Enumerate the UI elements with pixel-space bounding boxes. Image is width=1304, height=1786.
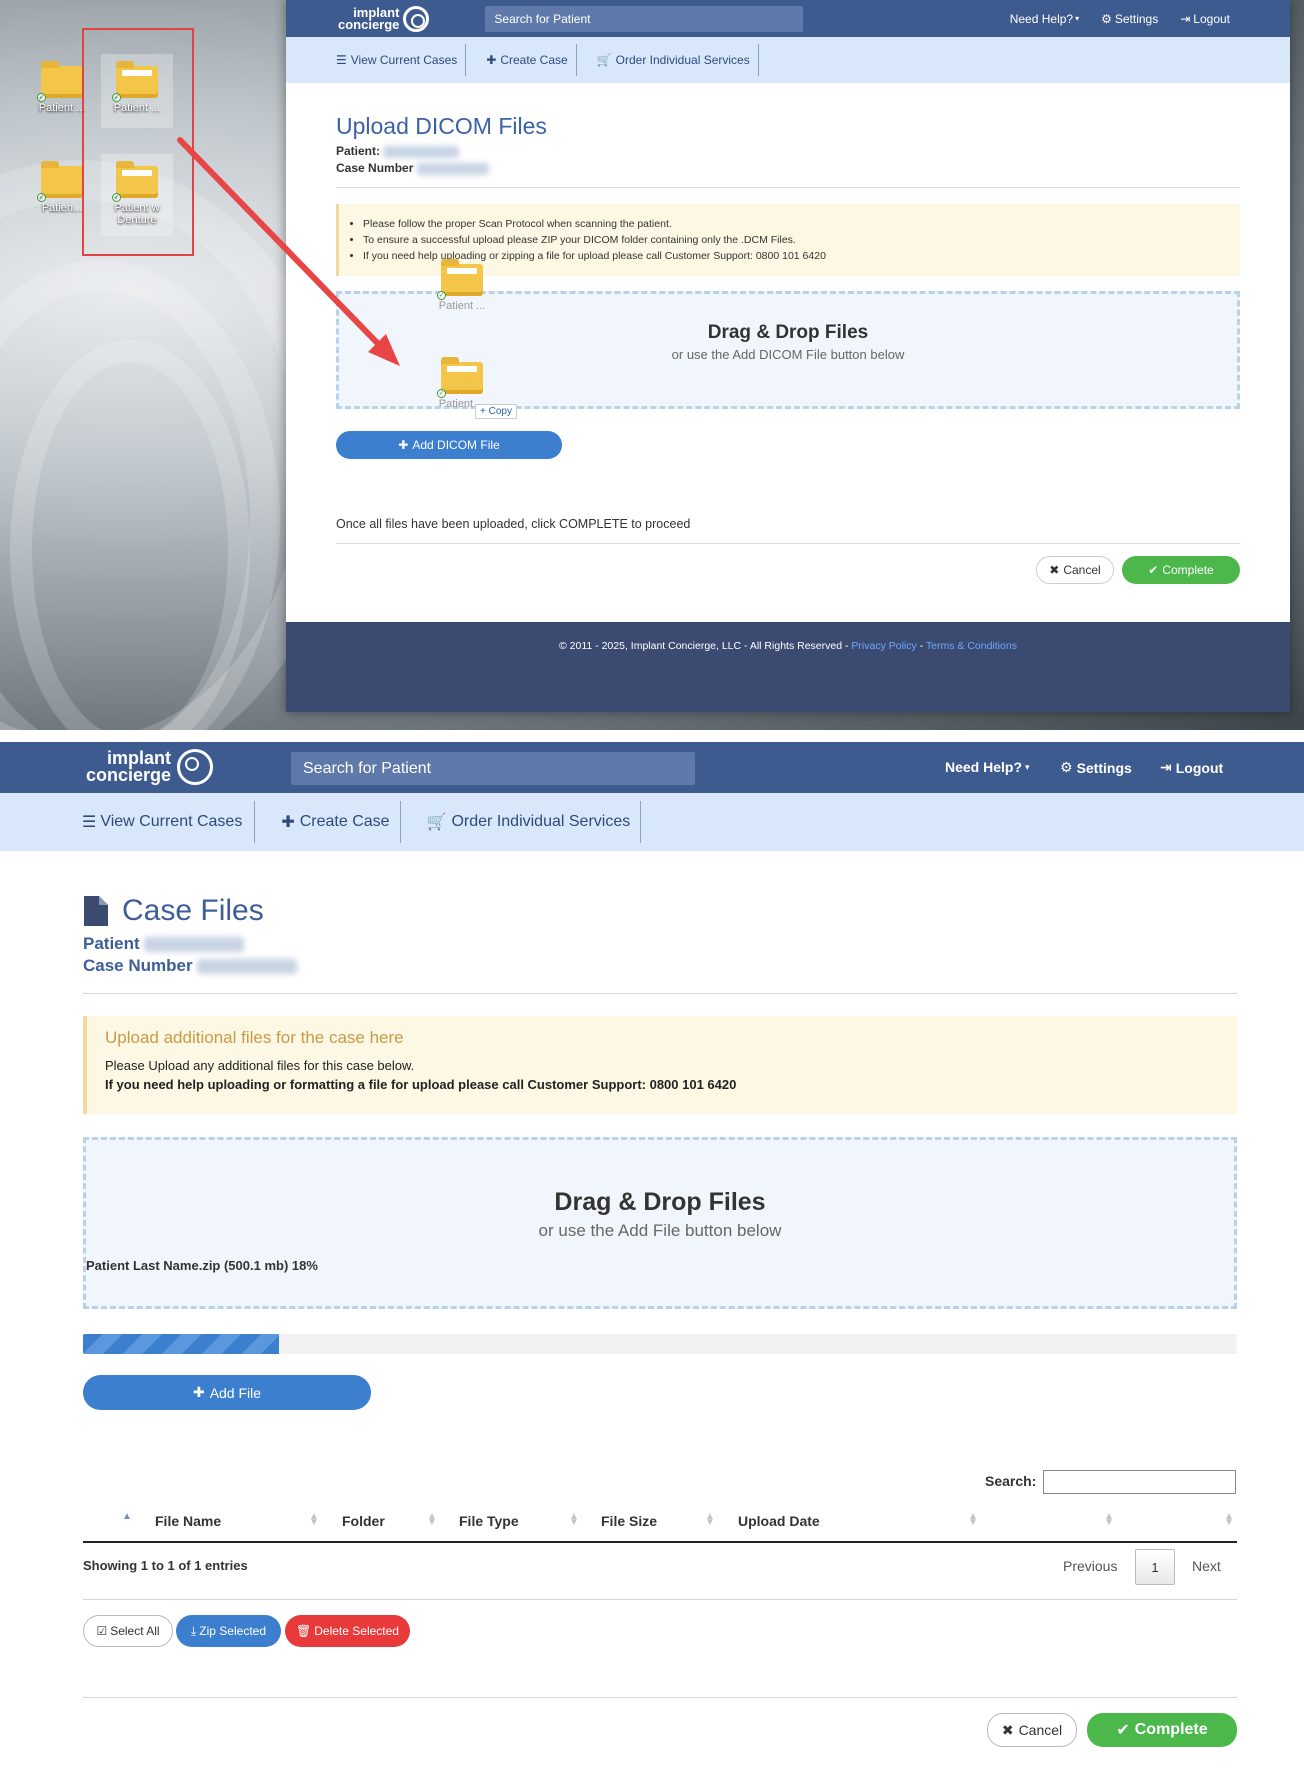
plus-icon: ✚: [281, 814, 295, 831]
select-all-button[interactable]: ☑ Select All: [83, 1615, 173, 1647]
page-number-button[interactable]: 1: [1135, 1549, 1175, 1585]
upload-percent: 18%: [291, 1258, 318, 1273]
delete-selected-label: Delete Selected: [314, 1624, 399, 1638]
check-icon: ✔: [1116, 1722, 1130, 1739]
sort-icon[interactable]: ▲ ▼: [705, 1512, 715, 1528]
select-all-label: Select All: [110, 1624, 160, 1638]
order-individual-services-link[interactable]: 🛒 Order Individual Services: [401, 801, 642, 843]
order-individual-services-label: Order Individual Services: [451, 813, 631, 830]
case-number-label: Case Number: [83, 956, 193, 975]
logo[interactable]: implant concierge: [86, 749, 214, 785]
column-file-name[interactable]: File Name: [155, 1513, 221, 1529]
complete-label: Complete: [1134, 1721, 1208, 1738]
sort-icon[interactable]: ▲ ▼: [427, 1512, 437, 1528]
sort-icon[interactable]: ▲ ▼: [569, 1512, 579, 1528]
caret-down-icon: ▾: [1025, 761, 1030, 772]
logout-link[interactable]: ⇥ Logout: [1160, 759, 1223, 776]
upload-progress-bar: [83, 1334, 1237, 1354]
file-dropzone[interactable]: Drag & Drop Files or use the Add File bu…: [83, 1137, 1237, 1309]
search-patient-input[interactable]: Search for Patient: [291, 752, 695, 785]
settings-label: Settings: [1076, 759, 1132, 776]
create-case-link[interactable]: ✚ Create Case: [255, 801, 401, 843]
column-upload-date[interactable]: Upload Date: [738, 1513, 820, 1529]
column-folder[interactable]: Folder: [342, 1513, 385, 1529]
column-file-type[interactable]: File Type: [459, 1513, 519, 1529]
need-help-menu[interactable]: Need Help? ▾: [945, 759, 1030, 775]
upload-file-status: Patient Last Name.zip (500.1 mb) 18%: [86, 1258, 318, 1273]
gear-icon: ⚙: [1060, 759, 1073, 775]
case-number-redacted: [197, 959, 298, 975]
patient-name-redacted: [144, 937, 245, 953]
top-navbar: implant concierge Search for Patient Nee…: [0, 742, 1304, 793]
logout-icon: ⇥: [1160, 759, 1172, 775]
next-page-button[interactable]: Next: [1192, 1558, 1221, 1574]
view-current-cases-label: View Current Cases: [100, 813, 243, 830]
upload-notice: Upload additional files for the case her…: [83, 1016, 1237, 1114]
list-icon: ☰: [82, 814, 97, 831]
plus-icon: ✚: [192, 1384, 205, 1400]
delete-selected-button[interactable]: 🗑 Delete Selected: [285, 1615, 410, 1647]
notice-title: Upload additional files for the case her…: [105, 1028, 404, 1047]
sort-icon[interactable]: ▲ ▼: [968, 1512, 978, 1528]
trash-icon: 🗑: [296, 1624, 312, 1638]
page-title: Case Files: [122, 894, 264, 927]
red-arrow-annotation: [177, 137, 400, 366]
case-files-page: implant concierge Search for Patient Nee…: [0, 742, 1304, 1786]
previous-page-button[interactable]: Previous: [1063, 1558, 1117, 1574]
table-search-label: Search:: [985, 1473, 1037, 1489]
sort-icon[interactable]: ▲ ▼: [1104, 1512, 1114, 1528]
table-header-rule: [83, 1541, 1237, 1543]
cart-icon: 🛒: [426, 814, 447, 831]
close-icon: ✖: [1001, 1721, 1014, 1738]
patient-row: Patient: [83, 934, 245, 954]
dropzone-subtitle: or use the Add File button below: [538, 1221, 782, 1240]
zip-selected-label: Zip Selected: [199, 1624, 266, 1638]
upload-progress-fill: [83, 1334, 280, 1354]
notice-line: Please Upload any additional files for t…: [105, 1058, 415, 1073]
settings-link[interactable]: ⚙ Settings: [1060, 759, 1132, 776]
file-icon: [84, 896, 108, 926]
column-file-size[interactable]: File Size: [601, 1513, 657, 1529]
cancel-button[interactable]: ✖ Cancel: [987, 1713, 1077, 1747]
sort-asc-icon[interactable]: ▲: [122, 1512, 132, 1522]
create-case-label: Create Case: [299, 813, 390, 830]
complete-button[interactable]: ✔ Complete: [1087, 1713, 1237, 1747]
desktop-screenshot: ✓ Patient ... ✓ Patient ... ✓ Patien... …: [0, 0, 1304, 730]
cancel-label: Cancel: [1018, 1722, 1063, 1738]
logo-line2: concierge: [86, 765, 172, 785]
page-title-row: Case Files: [84, 894, 264, 928]
sort-icon[interactable]: ▲ ▼: [309, 1512, 319, 1528]
sub-navbar: ☰ View Current Cases ✚ Create Case 🛒 Order …: [0, 793, 1304, 851]
add-file-label: Add File: [209, 1384, 262, 1401]
notice-line: If you need help uploading or formatting…: [105, 1077, 737, 1092]
checkbox-icon: ☑: [96, 1624, 108, 1638]
dropzone-title: Drag & Drop Files: [554, 1188, 766, 1216]
add-file-button[interactable]: ✚ Add File: [83, 1375, 371, 1410]
logo-icon: [177, 749, 214, 785]
zip-selected-button[interactable]: ⤓ Zip Selected: [176, 1615, 281, 1647]
logout-label: Logout: [1175, 759, 1224, 776]
patient-label: Patient: [83, 934, 140, 953]
view-current-cases-link[interactable]: ☰ View Current Cases: [82, 801, 256, 843]
download-icon: ⤓: [190, 1623, 197, 1638]
need-help-label: Need Help?: [945, 759, 1023, 775]
case-number-row: Case Number: [83, 956, 298, 976]
sort-icon[interactable]: ▲ ▼: [1224, 1512, 1234, 1528]
table-info: Showing 1 to 1 of 1 entries: [83, 1558, 248, 1573]
upload-file-name: Patient Last Name.zip (500.1 mb): [86, 1258, 289, 1273]
table-search-input[interactable]: [1043, 1470, 1236, 1494]
